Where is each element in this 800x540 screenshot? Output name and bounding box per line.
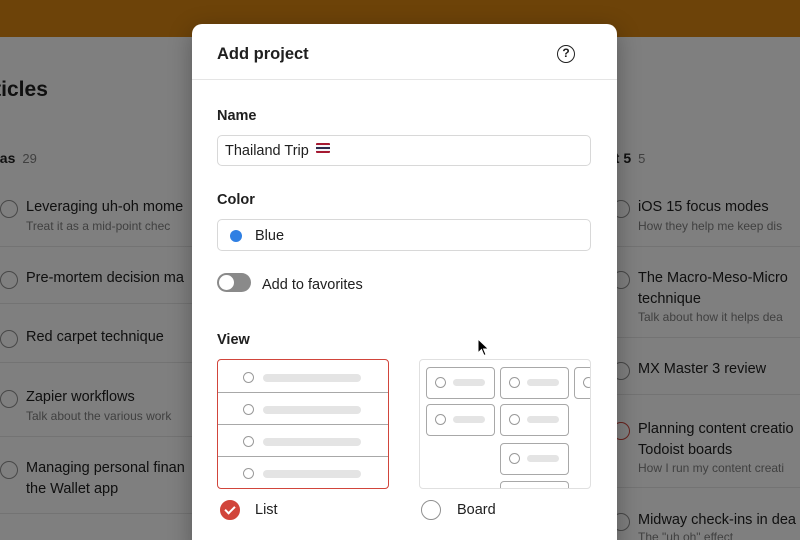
preview-card [426, 404, 495, 436]
add-project-dialog: Add project ? Name Color Blue Add to fav… [192, 24, 617, 540]
project-name-input[interactable] [217, 135, 591, 166]
view-label: View [217, 332, 250, 348]
preview-card [500, 443, 569, 475]
circle-icon [243, 468, 254, 479]
preview-row [218, 393, 388, 425]
board-view-radio[interactable] [421, 500, 441, 520]
circle-icon [243, 404, 254, 415]
board-view-option[interactable] [419, 359, 591, 489]
circle-icon [583, 377, 590, 388]
preview-card [574, 367, 590, 399]
thailand-flag-icon [316, 143, 330, 153]
dialog-title: Add project [217, 45, 309, 63]
circle-icon [509, 377, 520, 388]
color-swatch [230, 230, 242, 242]
circle-icon [243, 436, 254, 447]
color-label: Color [217, 192, 255, 208]
question-circle-icon[interactable]: ? [557, 45, 575, 63]
list-view-radio[interactable] [220, 500, 240, 520]
circle-icon [435, 414, 446, 425]
circle-icon [243, 372, 254, 383]
preview-card [500, 481, 569, 488]
preview-row [218, 425, 388, 457]
preview-card [500, 367, 569, 399]
dialog-header: Add project ? [192, 24, 617, 80]
circle-icon [509, 414, 520, 425]
name-label: Name [217, 108, 257, 124]
list-view-label: List [255, 502, 278, 518]
circle-icon [509, 453, 520, 464]
favorites-toggle[interactable] [217, 273, 251, 292]
list-view-option[interactable] [217, 359, 389, 489]
preview-row [218, 361, 388, 393]
toggle-knob [219, 275, 234, 290]
preview-row [218, 457, 388, 488]
color-select-value: Blue [255, 228, 285, 244]
circle-icon [435, 377, 446, 388]
preview-card [426, 367, 495, 399]
mouse-pointer-icon [477, 338, 490, 357]
board-view-label: Board [457, 502, 496, 518]
favorites-label: Add to favorites [262, 277, 363, 293]
preview-card [500, 404, 569, 436]
color-select[interactable]: Blue [217, 219, 591, 251]
